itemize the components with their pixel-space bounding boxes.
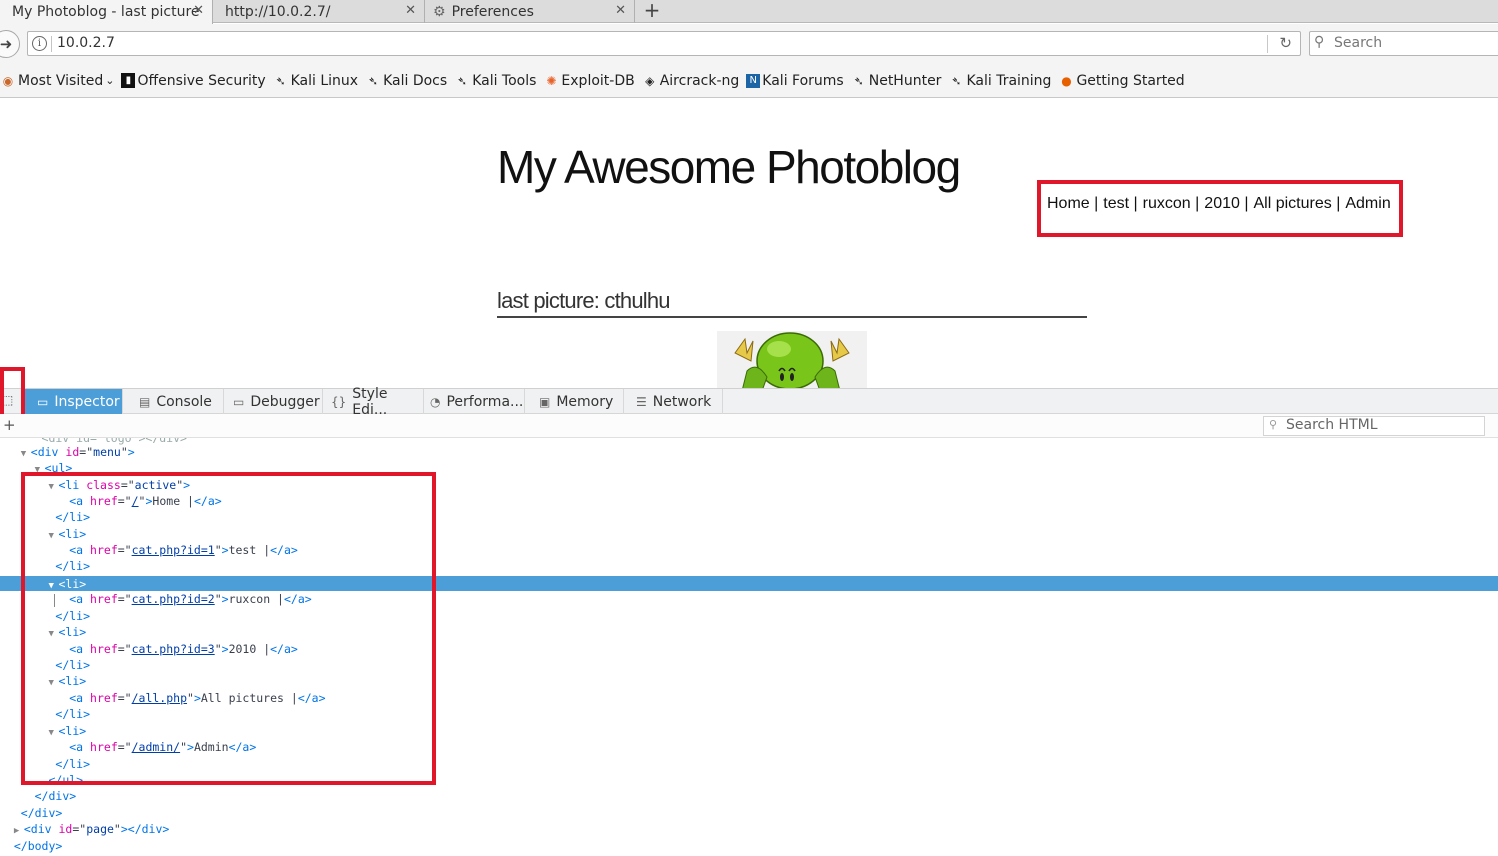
close-icon[interactable]: ✕: [193, 3, 204, 18]
bookmarks-toolbar: ◉ Most Visited ⌄ ▮ Offensive Security ➴ …: [0, 64, 1498, 98]
bookmark-label: NetHunter: [868, 72, 942, 89]
devtools-tab-debugger[interactable]: ▭ Debugger: [224, 389, 323, 414]
devtools-tab-label: Console: [156, 393, 212, 410]
nav-bar: ➜ i 10.0.2.7 ↻ ⚲ Search: [0, 24, 1498, 64]
url-separator: [51, 36, 52, 52]
offensive-security-icon: ▮: [121, 73, 136, 88]
tab-title: Preferences: [451, 3, 534, 20]
bookmark-label: Kali Tools: [472, 72, 537, 89]
bookmark-label: Getting Started: [1076, 72, 1185, 89]
bookmark-kali-docs[interactable]: ➴ Kali Docs: [365, 73, 447, 89]
search-icon: ⚲: [1269, 418, 1278, 431]
tree-node-div-page[interactable]: ▶ <div id="page"></div>: [0, 821, 1498, 837]
tab-photoblog[interactable]: My Photoblog - last picture ✕: [0, 0, 213, 24]
kali-dragon-icon: ➴: [853, 73, 864, 88]
tab-title: http://10.0.2.7/: [225, 3, 331, 20]
firefox-icon: ●: [1061, 73, 1072, 88]
console-icon: ▤: [139, 394, 151, 409]
add-node-icon[interactable]: +: [3, 416, 16, 434]
bookmark-kali-training[interactable]: ➴ Kali Training: [948, 73, 1051, 89]
close-icon[interactable]: ✕: [615, 3, 626, 18]
kali-forums-icon: N: [746, 73, 761, 88]
reload-icon[interactable]: ↻: [1279, 34, 1292, 52]
bookmark-label: Kali Docs: [383, 72, 448, 89]
aircrack-icon: ◈: [645, 73, 655, 88]
tree-node-div-close[interactable]: </div>: [0, 788, 1498, 804]
tab-ip[interactable]: http://10.0.2.7/ ✕: [213, 0, 425, 23]
bookmark-label: Aircrack-ng: [659, 72, 740, 89]
devtools-tab-label: Performa...: [446, 393, 524, 410]
site-title: My Awesome Photoblog: [497, 141, 961, 193]
devtools-tab-label: Memory: [556, 393, 614, 410]
cthulhu-illustration: [717, 331, 867, 388]
page-id-value: page: [86, 822, 114, 836]
bookmark-exploit-db[interactable]: ✺ Exploit-DB: [543, 73, 634, 89]
devtools-tab-performance[interactable]: ◔ Performa...: [424, 389, 525, 414]
bookmark-label: Exploit-DB: [561, 72, 635, 89]
tree-node-body-close[interactable]: </body>: [0, 838, 1498, 854]
debugger-icon: ▭: [233, 394, 245, 409]
search-icon: ⚲: [1314, 34, 1325, 50]
tab-title: My Photoblog - last picture: [12, 4, 200, 20]
tree-node-div-menu[interactable]: ▼ <div id="menu">: [0, 444, 1498, 460]
devtools-tab-memory[interactable]: ▣ Memory: [527, 389, 624, 414]
new-tab-button[interactable]: +: [642, 0, 662, 23]
highlight-box-tree: [21, 472, 436, 785]
bookmark-aircrack-ng[interactable]: ◈ Aircrack-ng: [642, 72, 740, 89]
search-html-input[interactable]: ⚲ Search HTML: [1263, 416, 1485, 436]
devtools-tab-label: Style Edi...: [352, 385, 388, 418]
tab-strip: My Photoblog - last picture ✕ http://10.…: [0, 0, 1498, 24]
bookmark-label: Kali Linux: [290, 72, 359, 89]
chevron-down-icon: ⌄: [105, 74, 115, 87]
devtools-toolbar: ⬚ ▭ Inspector ▤ Console ▭ Debugger {} St…: [0, 386, 1498, 418]
highlight-box-menu: [1037, 180, 1403, 237]
cthulhu-picture[interactable]: [717, 331, 867, 388]
bookmark-label: Most Visited: [18, 72, 104, 89]
devtools-tab-label: Debugger: [250, 393, 320, 410]
picture-title: last picture: cthulhu: [497, 288, 1087, 318]
bookmark-label: Kali Training: [966, 72, 1052, 89]
tab-preferences[interactable]: ⚙ Preferences ✕: [425, 0, 635, 23]
search-placeholder: Search: [1334, 35, 1383, 51]
style-editor-icon: {}: [331, 394, 347, 409]
search-html-placeholder: Search HTML: [1286, 417, 1378, 433]
bookmark-offensive-security[interactable]: ▮ Offensive Security: [121, 72, 266, 89]
url-bar[interactable]: i 10.0.2.7 ↻: [27, 31, 1301, 56]
bookmark-kali-forums[interactable]: N Kali Forums: [746, 72, 844, 89]
kali-dragon-icon: ➴: [275, 73, 286, 88]
most-visited-icon: ◉: [2, 73, 14, 88]
bookmark-nethunter[interactable]: ➴ NetHunter: [851, 73, 942, 89]
bookmark-label: Kali Forums: [762, 72, 844, 89]
bookmark-kali-tools[interactable]: ➴ Kali Tools: [454, 73, 536, 89]
bookmark-label: Offensive Security: [137, 72, 266, 89]
inspector-icon: ▭: [37, 394, 49, 409]
gear-icon: ⚙: [433, 3, 446, 20]
back-button[interactable]: ➜: [0, 30, 20, 58]
url-text[interactable]: 10.0.2.7: [57, 35, 115, 51]
exploit-db-icon: ✺: [546, 73, 557, 88]
bookmark-kali-linux[interactable]: ➴ Kali Linux: [273, 72, 359, 89]
devtools-tab-label: Network: [652, 393, 712, 410]
menu-id-value: menu: [93, 445, 121, 459]
close-icon[interactable]: ✕: [405, 3, 416, 18]
bookmark-most-visited[interactable]: ◉ Most Visited ⌄: [0, 72, 115, 89]
memory-icon: ▣: [539, 394, 551, 409]
devtools-tab-console[interactable]: ▤ Console: [127, 389, 224, 414]
devtools-tab-inspector[interactable]: ▭ Inspector: [25, 389, 123, 414]
devtools-tab-network[interactable]: ☰ Network: [624, 389, 723, 414]
kali-dragon-icon: ➴: [951, 73, 962, 88]
url-divider: [1267, 35, 1268, 53]
performance-icon: ◔: [430, 394, 441, 409]
network-icon: ☰: [636, 394, 647, 409]
bookmark-getting-started[interactable]: ● Getting Started: [1058, 72, 1185, 89]
tree-node-div-close[interactable]: </div>: [0, 805, 1498, 821]
search-input[interactable]: ⚲ Search: [1309, 31, 1498, 56]
inspector-subtoolbar: + ⚲ Search HTML: [0, 414, 1498, 438]
kali-dragon-icon: ➴: [457, 73, 468, 88]
info-icon[interactable]: i: [32, 36, 47, 51]
kali-dragon-icon: ➴: [368, 73, 379, 88]
devtools-tab-style-editor[interactable]: {} Style Edi...: [323, 386, 424, 418]
page-viewport: My Awesome Photoblog Home | test | ruxco…: [0, 98, 1498, 388]
devtools-tab-label: Inspector: [54, 393, 120, 410]
